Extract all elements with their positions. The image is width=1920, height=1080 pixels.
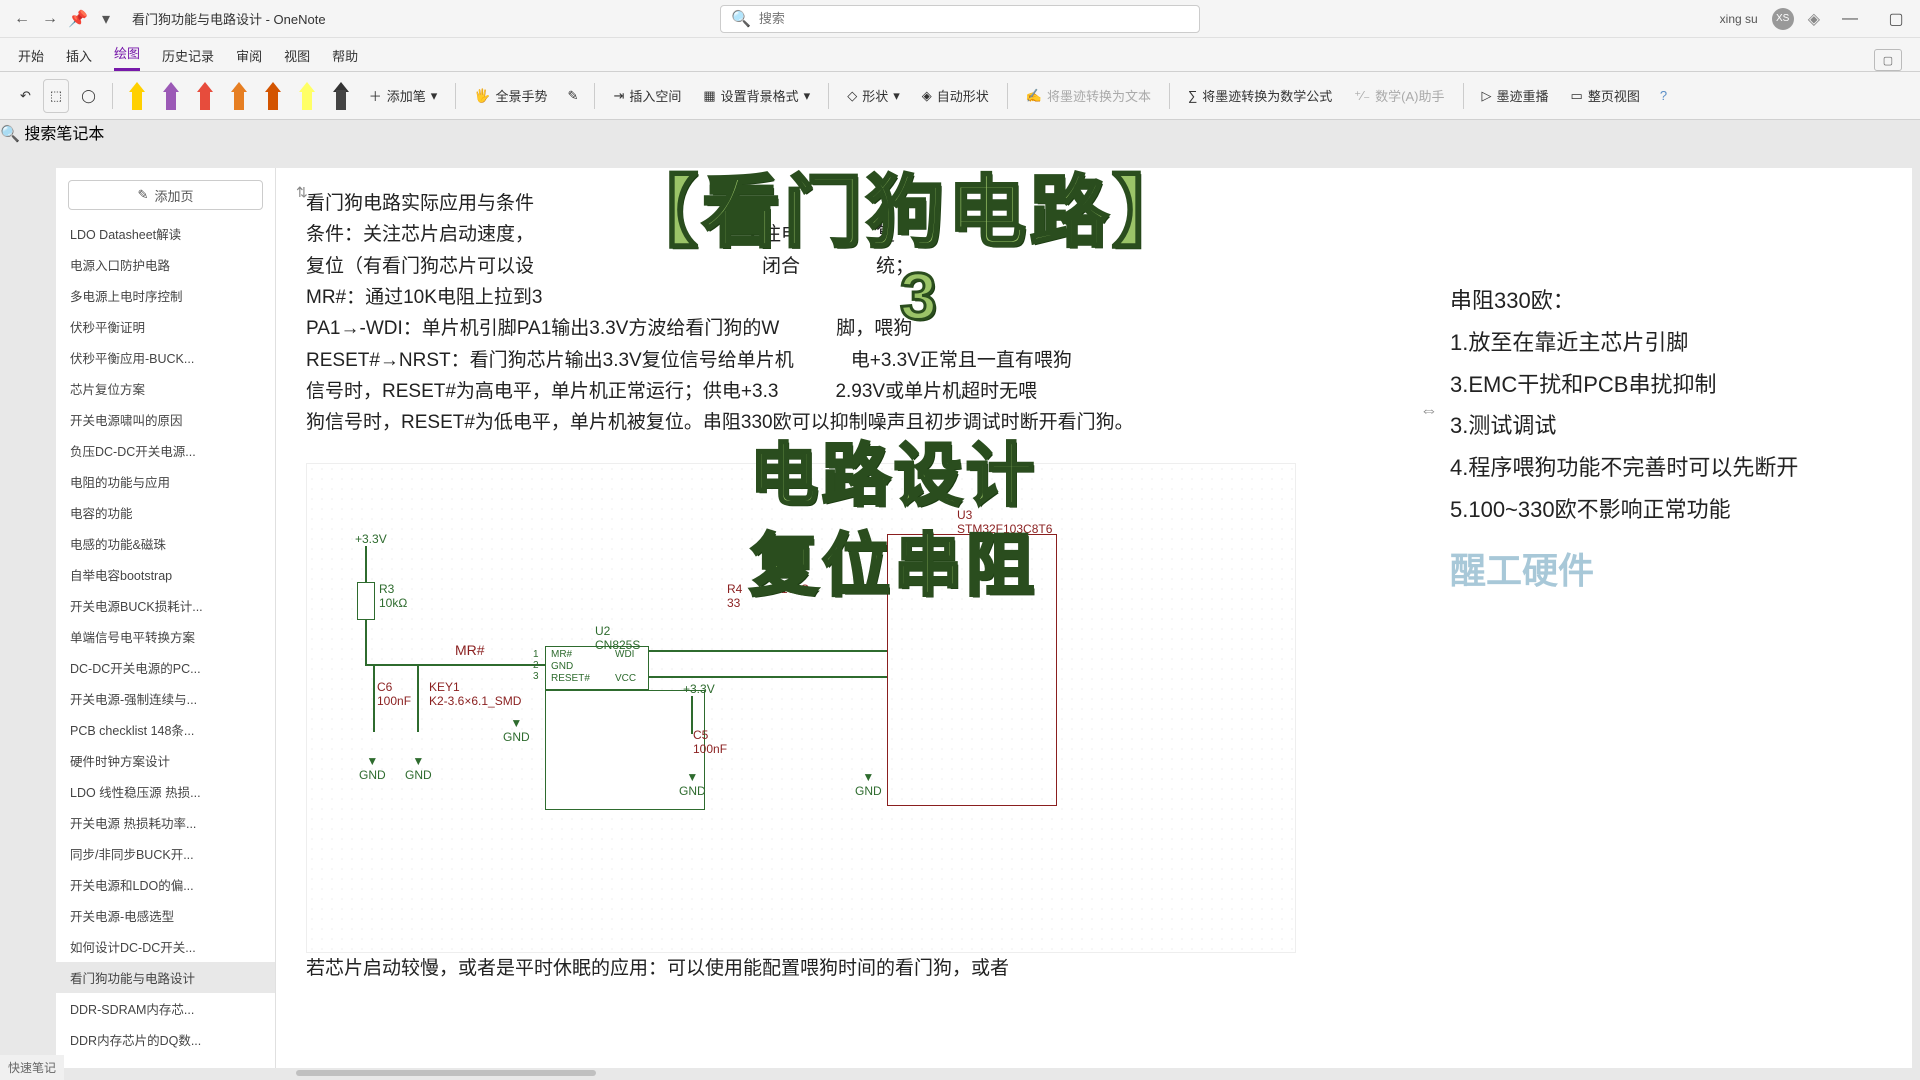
user-avatar[interactable]: XS <box>1772 8 1794 30</box>
eraser-button[interactable]: ✎ <box>562 79 585 113</box>
page-item[interactable]: 电感的功能&磁珠 <box>56 528 275 559</box>
math-helper-button: ⁺⁄₋ 数学(A)助手 <box>1346 79 1452 113</box>
page-item[interactable]: 电容的功能 <box>56 497 275 528</box>
pin-button[interactable]: 📌 <box>64 5 92 33</box>
ink-to-text-button: ✍ 将墨迹转换为文本 <box>1018 79 1159 113</box>
page-item[interactable]: 电源入口防护电路 <box>56 249 275 280</box>
full-view-button[interactable]: ▭ 整页视图 <box>1563 79 1648 113</box>
tab-help[interactable]: 帮助 <box>332 46 358 71</box>
minimize-button[interactable]: — <box>1834 5 1866 33</box>
user-name: xing su <box>1720 12 1758 26</box>
back-button[interactable]: ← <box>8 5 36 33</box>
page-item[interactable]: 负压DC-DC开关电源... <box>56 435 275 466</box>
horizontal-scrollbar[interactable] <box>296 1068 1900 1078</box>
tab-history[interactable]: 历史记录 <box>162 46 214 71</box>
undo-button[interactable]: ↶ <box>14 79 37 113</box>
page-item[interactable]: 同步/非同步BUCK开... <box>56 838 275 869</box>
page-item[interactable]: 开关电源啸叫的原因 <box>56 404 275 435</box>
pages-list: LDO Datasheet解读电源入口防护电路多电源上电时序控制伏秒平衡证明伏秒… <box>56 218 275 1068</box>
ribbon-collapse-button[interactable]: ▢ <box>1874 49 1902 71</box>
page-item[interactable]: 自举电容bootstrap <box>56 559 275 590</box>
tab-draw[interactable]: 绘图 <box>114 43 140 71</box>
resize-handle-icon[interactable]: ⇔ <box>1420 400 1438 421</box>
page-item[interactable]: 开关电源 热损耗功率... <box>56 807 275 838</box>
page-item[interactable]: 多电源上电时序控制 <box>56 280 275 311</box>
pen-black[interactable] <box>327 79 355 113</box>
tab-view[interactable]: 视图 <box>284 46 310 71</box>
page-item[interactable]: PCB checklist 148条... <box>56 714 275 745</box>
page-sidebar: ✎ 添加页 ⇅ LDO Datasheet解读电源入口防护电路多电源上电时序控制… <box>56 168 276 1068</box>
lasso-tool[interactable]: ◯ <box>75 79 102 113</box>
page-item[interactable]: LDO Datasheet解读 <box>56 218 275 249</box>
page-item[interactable]: 芯片复位方案 <box>56 373 275 404</box>
page-item[interactable]: DDR-SDRAM内存芯... <box>56 993 275 1024</box>
page-item[interactable]: 开关电源和LDO的偏... <box>56 869 275 900</box>
bg-format-button[interactable]: ▦ 设置背景格式 ▾ <box>695 79 818 113</box>
maximize-button[interactable]: ▢ <box>1880 5 1912 33</box>
pen-dorange[interactable] <box>259 79 287 113</box>
title-bar: ← → 📌 ▾ 看门狗功能与电路设计 - OneNote 🔍 xing su X… <box>0 0 1920 38</box>
page-item[interactable]: DDR内存芯片的DQ数... <box>56 1024 275 1055</box>
global-search[interactable]: 🔍 <box>720 5 1200 33</box>
tab-review[interactable]: 审阅 <box>236 46 262 71</box>
dropdown-button[interactable]: ▾ <box>92 5 120 33</box>
side-notes[interactable]: 串阻330欧： 1.放至在靠近主芯片引脚 3.EMC干扰和PCB串扰抑制 3.测… <box>1450 280 1850 605</box>
panorama-button[interactable]: 🖐 全景手势 <box>466 79 555 113</box>
highlighter-yellow[interactable] <box>293 79 321 113</box>
pen-orange[interactable] <box>225 79 253 113</box>
page-item[interactable]: DC-DC开关电源的PC... <box>56 652 275 683</box>
page-item[interactable]: 开关电源-强制连续与... <box>56 683 275 714</box>
page-item[interactable]: 看门狗功能与电路设计 <box>56 962 275 993</box>
add-page-button[interactable]: ✎ 添加页 <box>68 180 263 210</box>
note-bottom-text[interactable]: 若芯片启动较慢，或者是平时休眠的应用：可以使用能配置喂狗时间的看门狗，或者 <box>306 953 1286 984</box>
pen-yellow[interactable] <box>123 79 151 113</box>
note-text-block[interactable]: 看门狗电路实际应用与条件 条件：关注芯片启动速度，xxxxxxxxxxxxxxx… <box>306 188 1286 439</box>
page-item[interactable]: 电阻的功能与应用 <box>56 466 275 497</box>
forward-button[interactable]: → <box>36 5 64 33</box>
circuit-diagram: +3.3V R3 10kΩ MR# C6 100nF ▼GND KEY1 K2-… <box>306 463 1296 953</box>
watermark: 醒工硬件 <box>1450 537 1850 605</box>
page-item[interactable]: 伏秒平衡应用-BUCK... <box>56 342 275 373</box>
search-icon: 🔍 <box>731 9 751 29</box>
search-notebook[interactable]: 🔍 搜索笔记本 <box>0 120 1920 144</box>
pen-red[interactable] <box>191 79 219 113</box>
shapes-button[interactable]: ◇ 形状 ▾ <box>839 79 908 113</box>
page-item[interactable]: 开关电源-电感选型 <box>56 900 275 931</box>
tab-home[interactable]: 开始 <box>18 46 44 71</box>
tab-insert[interactable]: 插入 <box>66 46 92 71</box>
page-item[interactable]: 硬件时钟方案设计 <box>56 745 275 776</box>
help-button[interactable]: ? <box>1654 79 1673 113</box>
auto-shape-button[interactable]: ◈ 自动形状 <box>914 79 997 113</box>
u3-chip <box>887 534 1057 806</box>
page-item[interactable]: LDO 线性稳压源 热损... <box>56 776 275 807</box>
insert-space-button[interactable]: ⇥ 插入空间 <box>605 79 689 113</box>
search-icon: 🔍 <box>0 126 20 143</box>
quick-note-button[interactable]: 快速笔记 <box>0 1055 64 1080</box>
premium-icon[interactable]: ◈ <box>1808 9 1820 29</box>
page-item[interactable]: 如何设计DC-DC开关... <box>56 931 275 962</box>
add-pen-button[interactable]: ＋ 添加笔 ▾ <box>361 79 446 113</box>
pen-purple[interactable] <box>157 79 185 113</box>
ink-replay-button[interactable]: ▷ 墨迹重播 <box>1474 79 1557 113</box>
page-item[interactable]: 伏秒平衡证明 <box>56 311 275 342</box>
ribbon-tabs: 开始 插入 绘图 历史记录 审阅 视图 帮助 ▢ <box>0 38 1920 72</box>
r3-resistor <box>357 582 375 620</box>
page-item[interactable]: 开关电源BUCK损耗计... <box>56 590 275 621</box>
search-input[interactable] <box>759 11 1189 26</box>
select-tool[interactable]: ⬚ <box>43 79 69 113</box>
window-title: 看门狗功能与电路设计 - OneNote <box>132 9 326 28</box>
ink-to-math-button[interactable]: ∑ 将墨迹转换为数学公式 <box>1180 79 1340 113</box>
page-item[interactable]: 单端信号电平转换方案 <box>56 621 275 652</box>
draw-toolbar: ↶ ⬚ ◯ ＋ 添加笔 ▾ 🖐 全景手势 ✎ ⇥ 插入空间 ▦ 设置背景格式 ▾… <box>0 72 1920 120</box>
